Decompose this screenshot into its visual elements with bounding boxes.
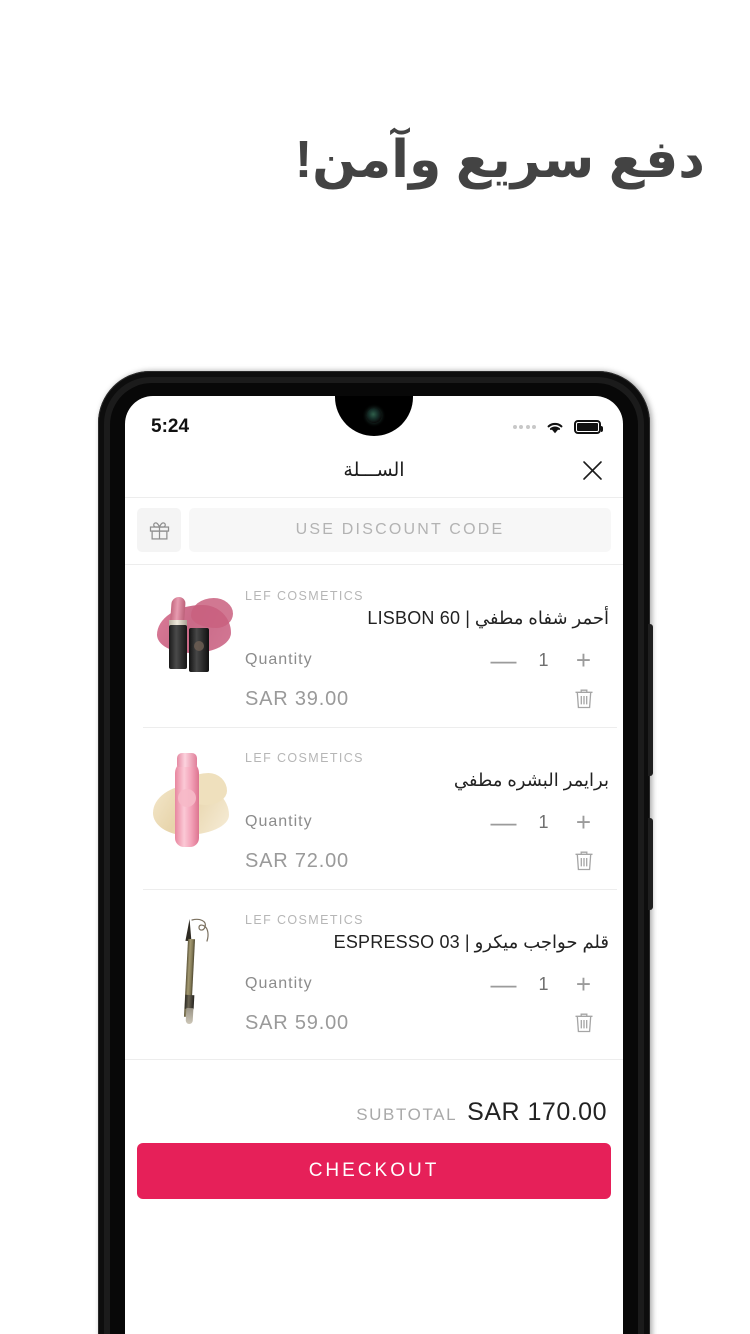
- quantity-label: Quantity: [245, 651, 313, 668]
- phone-screen: 5:24 الســـلة USE DISCOUNT CODE LEF COSM…: [125, 396, 623, 1334]
- product-brand: LEF COSMETICS: [245, 751, 364, 765]
- quantity-stepper: Quantity — 1 +: [245, 809, 609, 835]
- primer-tube-product-image[interactable]: [139, 743, 239, 861]
- quantity-increase-button[interactable]: +: [567, 647, 601, 673]
- cart-item: LEF COSMETICS أحمر شفاه مطفي | LISBON 60…: [125, 565, 623, 727]
- quantity-value: 1: [538, 811, 550, 832]
- signal-dots-icon: [512, 425, 536, 429]
- quantity-increase-button[interactable]: +: [567, 971, 601, 997]
- quantity-label: Quantity: [245, 813, 313, 830]
- cart-item-details: LEF COSMETICS قلم حواجب ميكرو | ESPRESSO…: [245, 905, 609, 1051]
- product-name: أحمر شفاه مطفي | LISBON 60: [367, 608, 609, 628]
- trash-icon[interactable]: [569, 849, 599, 873]
- battery-full-icon: [574, 420, 603, 434]
- cart-item-details: LEF COSMETICS أحمر شفاه مطفي | LISBON 60…: [245, 581, 609, 727]
- power-button[interactable]: [648, 818, 653, 910]
- lipstick-product-image[interactable]: [139, 581, 239, 699]
- price-row: SAR 59.00: [245, 1011, 609, 1051]
- quantity-value: 1: [538, 649, 550, 670]
- phone-mockup: 5:24 الســـلة USE DISCOUNT CODE LEF COSM…: [98, 371, 653, 1334]
- subtotal-row: SUBTOTAL SAR 170.00: [125, 1060, 623, 1143]
- product-brand: LEF COSMETICS: [245, 589, 364, 603]
- cart-items-list: LEF COSMETICS أحمر شفاه مطفي | LISBON 60…: [125, 565, 623, 1051]
- brow-pencil-product-image[interactable]: [139, 905, 239, 1025]
- quantity-decrease-button[interactable]: —: [487, 809, 521, 835]
- price-row: SAR 72.00: [245, 849, 609, 889]
- discount-code-input[interactable]: [189, 508, 611, 552]
- subtotal-value: SAR 170.00: [467, 1098, 607, 1126]
- product-name: برايمر البشره مطفي: [453, 770, 609, 790]
- status-bar-indicators: [512, 420, 603, 435]
- discount-code-row: [125, 498, 623, 565]
- product-price: SAR 39.00: [245, 687, 349, 710]
- product-price: SAR 72.00: [245, 849, 349, 872]
- promo-screenshot: دفع سريع وآمن! 5:24 الســـلة USE DISCOUN…: [0, 0, 750, 1334]
- cart-item: LEF COSMETICS قلم حواجب ميكرو | ESPRESSO…: [125, 889, 623, 1051]
- gift-icon[interactable]: [137, 508, 181, 552]
- product-price: SAR 59.00: [245, 1011, 349, 1034]
- promo-headline: دفع سريع وآمن!: [294, 131, 705, 189]
- product-name: قلم حواجب ميكرو | ESPRESSO 03: [333, 932, 609, 952]
- price-row: SAR 39.00: [245, 687, 609, 727]
- cart-item: LEF COSMETICS برايمر البشره مطفي Quantit…: [125, 727, 623, 889]
- quantity-decrease-button[interactable]: —: [487, 971, 521, 997]
- app-header: الســـلة: [125, 444, 623, 498]
- front-camera-icon: [366, 408, 382, 423]
- trash-icon[interactable]: [569, 687, 599, 711]
- quantity-decrease-button[interactable]: —: [487, 647, 521, 673]
- checkout-button[interactable]: CHECKOUT: [137, 1143, 611, 1199]
- wifi-icon: [545, 420, 565, 435]
- quantity-stepper: Quantity — 1 +: [245, 971, 609, 997]
- quantity-stepper: Quantity — 1 +: [245, 647, 609, 673]
- volume-button[interactable]: [648, 624, 653, 776]
- quantity-label: Quantity: [245, 975, 313, 992]
- quantity-increase-button[interactable]: +: [567, 809, 601, 835]
- trash-icon[interactable]: [569, 1011, 599, 1035]
- subtotal-label: SUBTOTAL: [356, 1105, 458, 1124]
- close-icon[interactable]: [577, 456, 607, 486]
- cart-item-details: LEF COSMETICS برايمر البشره مطفي Quantit…: [245, 743, 609, 889]
- product-brand: LEF COSMETICS: [245, 913, 364, 927]
- quantity-value: 1: [538, 973, 550, 994]
- page-title: الســـلة: [343, 460, 405, 481]
- status-bar-time: 5:24: [151, 416, 190, 437]
